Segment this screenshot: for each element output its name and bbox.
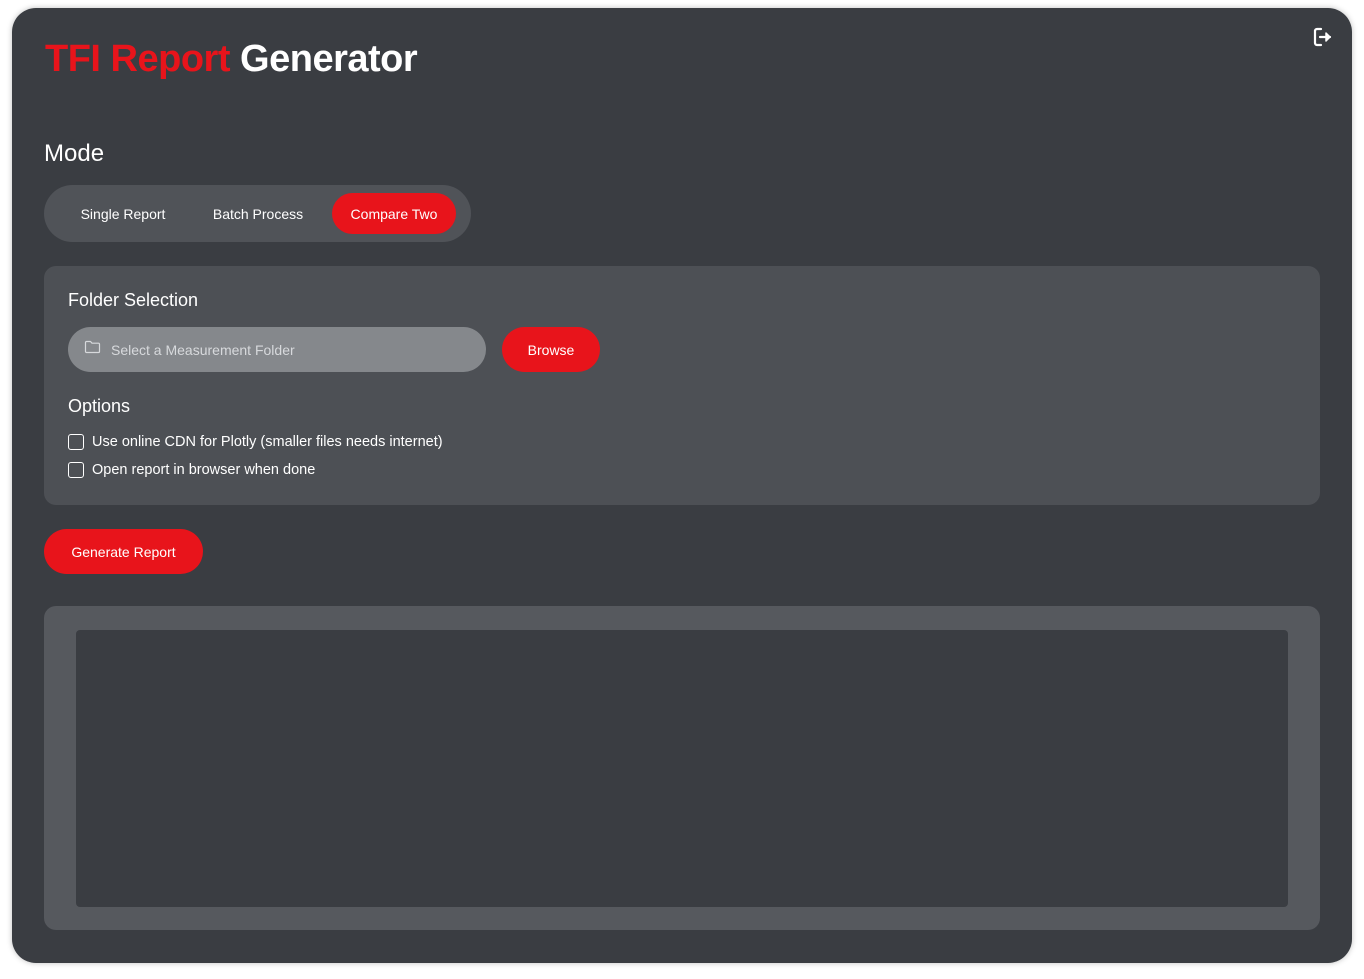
option-cdn-plotly-label: Use online CDN for Plotly (smaller files… (92, 434, 443, 450)
settings-panel: Folder Selection Select a Measurement Fo… (44, 266, 1320, 505)
app-title: TFI Report Generator (45, 38, 418, 81)
option-open-browser-checkbox[interactable] (68, 462, 84, 478)
output-panel (44, 606, 1320, 930)
app-window: TFI Report Generator Mode Single Report … (12, 8, 1352, 963)
option-cdn-plotly[interactable]: Use online CDN for Plotly (smaller files… (68, 434, 443, 450)
option-cdn-plotly-checkbox[interactable] (68, 434, 84, 450)
output-log-area[interactable] (76, 630, 1288, 907)
app-title-accent: TFI Report (45, 38, 230, 80)
browse-button[interactable]: Browse (502, 327, 600, 372)
folder-selection-heading: Folder Selection (68, 290, 199, 310)
folder-input[interactable]: Select a Measurement Folder (68, 327, 486, 372)
folder-icon (84, 340, 101, 359)
folder-input-placeholder: Select a Measurement Folder (111, 341, 295, 358)
option-open-browser[interactable]: Open report in browser when done (68, 462, 315, 478)
mode-selector: Single Report Batch Process Compare Two (44, 185, 471, 242)
mode-heading: Mode (44, 140, 105, 167)
logout-icon[interactable] (1312, 26, 1334, 48)
mode-single-report-button[interactable]: Single Report (50, 193, 196, 234)
options-heading: Options (68, 396, 131, 416)
mode-batch-process-button[interactable]: Batch Process (196, 193, 320, 234)
app-title-rest: Generator (240, 38, 418, 80)
mode-compare-two-button[interactable]: Compare Two (332, 193, 456, 234)
generate-report-button[interactable]: Generate Report (44, 529, 203, 574)
option-open-browser-label: Open report in browser when done (92, 462, 316, 478)
